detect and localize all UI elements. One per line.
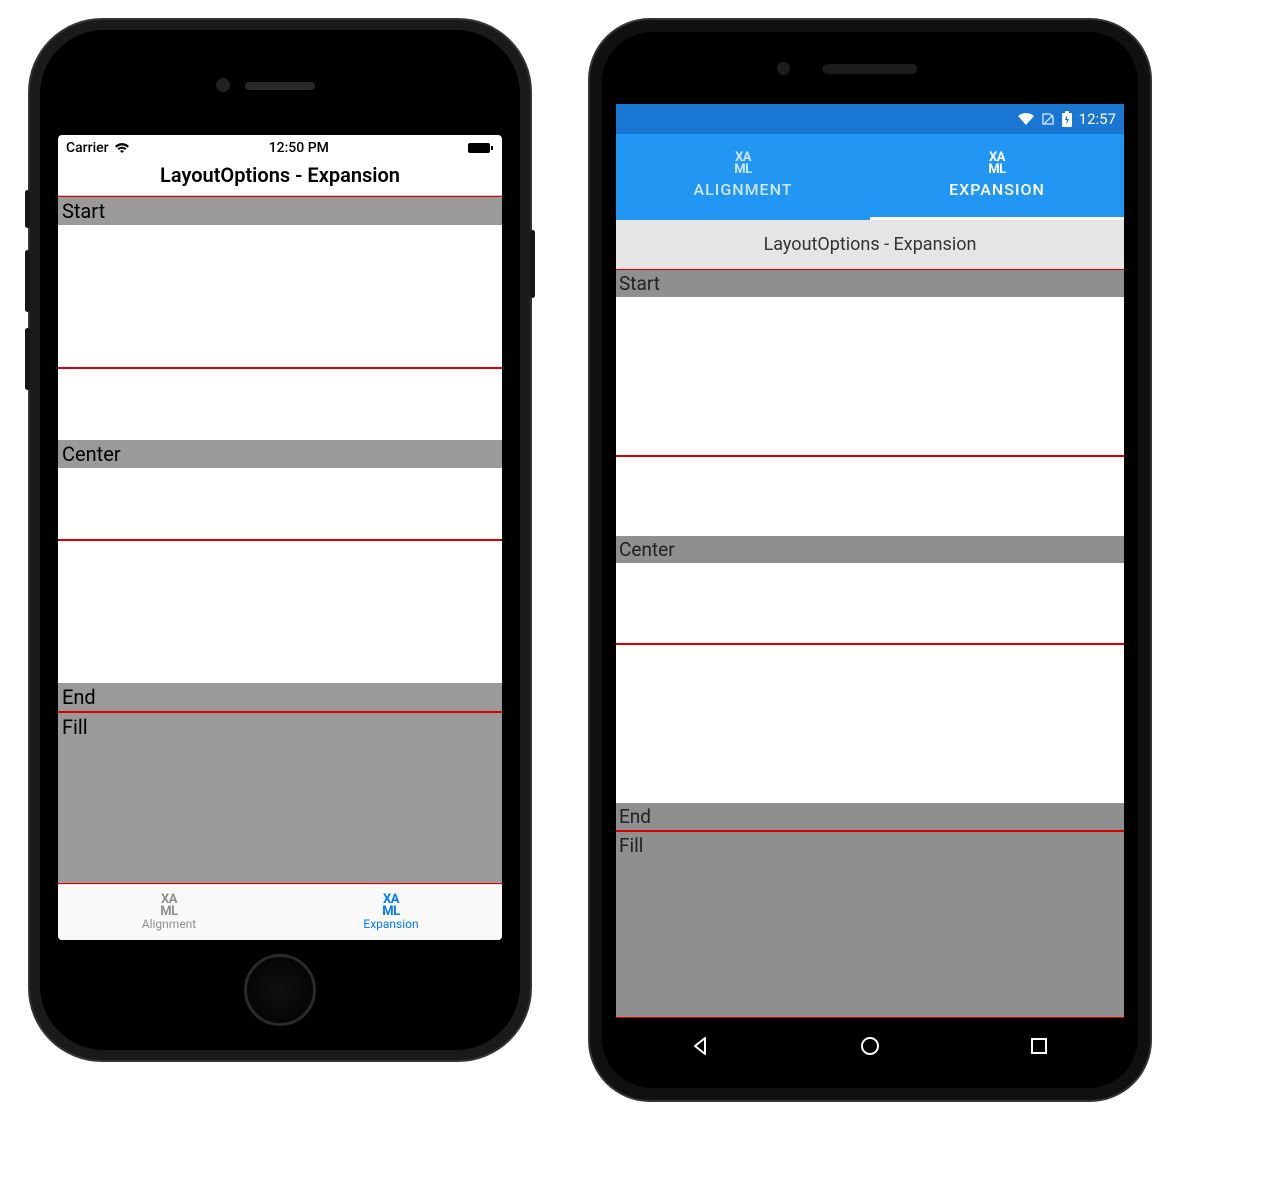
tab-expansion[interactable]: XAML EXPANSION xyxy=(870,134,1124,220)
battery-charging-icon xyxy=(1061,111,1073,127)
expansion-slot-start: Start xyxy=(58,196,502,368)
android-content-stack: Start Center End Fill xyxy=(616,269,1124,1018)
label-end: End xyxy=(616,803,1124,830)
tab-label: Alignment xyxy=(142,917,196,931)
label-start: Start xyxy=(616,270,1124,297)
iphone-power-button xyxy=(530,230,535,298)
android-device-frame: 12:57 XAML ALIGNMENT XAML EXPANSION Layo… xyxy=(590,20,1150,1100)
tab-alignment[interactable]: XAML ALIGNMENT xyxy=(616,134,870,220)
home-button[interactable] xyxy=(244,954,316,1026)
iphone-device-frame: Carrier 12:50 PM LayoutOptions - Expansi… xyxy=(30,20,530,1060)
battery-icon xyxy=(468,142,494,154)
ios-status-bar: Carrier 12:50 PM xyxy=(58,135,502,161)
label-fill: Fill xyxy=(616,832,1124,1017)
ios-tab-bar: XAML Alignment XAML Expansion xyxy=(58,884,502,940)
expansion-slot-center: Center xyxy=(616,456,1124,643)
xaml-icon: XAML xyxy=(382,894,399,917)
label-center: Center xyxy=(616,536,1124,563)
label-center: Center xyxy=(58,440,502,468)
tab-label: Expansion xyxy=(363,917,418,931)
label-start: Start xyxy=(58,197,502,225)
tab-alignment[interactable]: XAML Alignment xyxy=(58,885,280,940)
page-title: LayoutOptions - Expansion xyxy=(616,220,1124,269)
xaml-icon: XAML xyxy=(734,152,751,175)
ios-content-stack: Start Center End Fill xyxy=(58,196,502,884)
xaml-icon: XAML xyxy=(160,894,177,917)
clock-label: 12:57 xyxy=(1079,110,1116,128)
expansion-slot-end: End xyxy=(616,644,1124,831)
earpiece-icon xyxy=(245,82,315,90)
wifi-icon xyxy=(1017,112,1035,126)
clock-label: 12:50 PM xyxy=(269,140,329,156)
tab-expansion[interactable]: XAML Expansion xyxy=(280,885,502,940)
label-fill: Fill xyxy=(58,713,502,883)
android-top-tabs: XAML ALIGNMENT XAML EXPANSION xyxy=(616,134,1124,220)
tab-label: ALIGNMENT xyxy=(694,180,793,199)
expansion-slot-fill: Fill xyxy=(58,712,502,884)
front-camera-icon xyxy=(777,62,790,75)
iphone-bezel: Carrier 12:50 PM LayoutOptions - Expansi… xyxy=(40,30,520,1050)
expansion-slot-start: Start xyxy=(616,269,1124,456)
page-title: LayoutOptions - Expansion xyxy=(58,161,502,196)
iphone-mute-switch xyxy=(25,190,30,228)
recents-icon[interactable] xyxy=(1027,1034,1051,1058)
label-end: End xyxy=(58,683,502,711)
tab-label: EXPANSION xyxy=(949,180,1045,199)
android-nav-bar xyxy=(616,1018,1124,1074)
expansion-slot-center: Center xyxy=(58,368,502,540)
front-camera-icon xyxy=(216,78,230,92)
android-status-bar: 12:57 xyxy=(616,104,1124,134)
expansion-slot-end: End xyxy=(58,540,502,712)
android-bezel: 12:57 XAML ALIGNMENT XAML EXPANSION Layo… xyxy=(602,32,1138,1088)
home-icon[interactable] xyxy=(858,1034,882,1058)
wifi-icon xyxy=(114,142,130,154)
sim-icon xyxy=(1041,112,1055,126)
back-icon[interactable] xyxy=(689,1034,713,1058)
iphone-volume-up xyxy=(25,250,30,312)
xaml-icon: XAML xyxy=(988,152,1005,175)
ios-screen: Carrier 12:50 PM LayoutOptions - Expansi… xyxy=(58,135,502,940)
earpiece-icon xyxy=(823,64,918,74)
carrier-label: Carrier xyxy=(66,140,109,156)
android-screen: 12:57 XAML ALIGNMENT XAML EXPANSION Layo… xyxy=(616,104,1124,1074)
expansion-slot-fill: Fill xyxy=(616,831,1124,1018)
iphone-volume-down xyxy=(25,328,30,390)
